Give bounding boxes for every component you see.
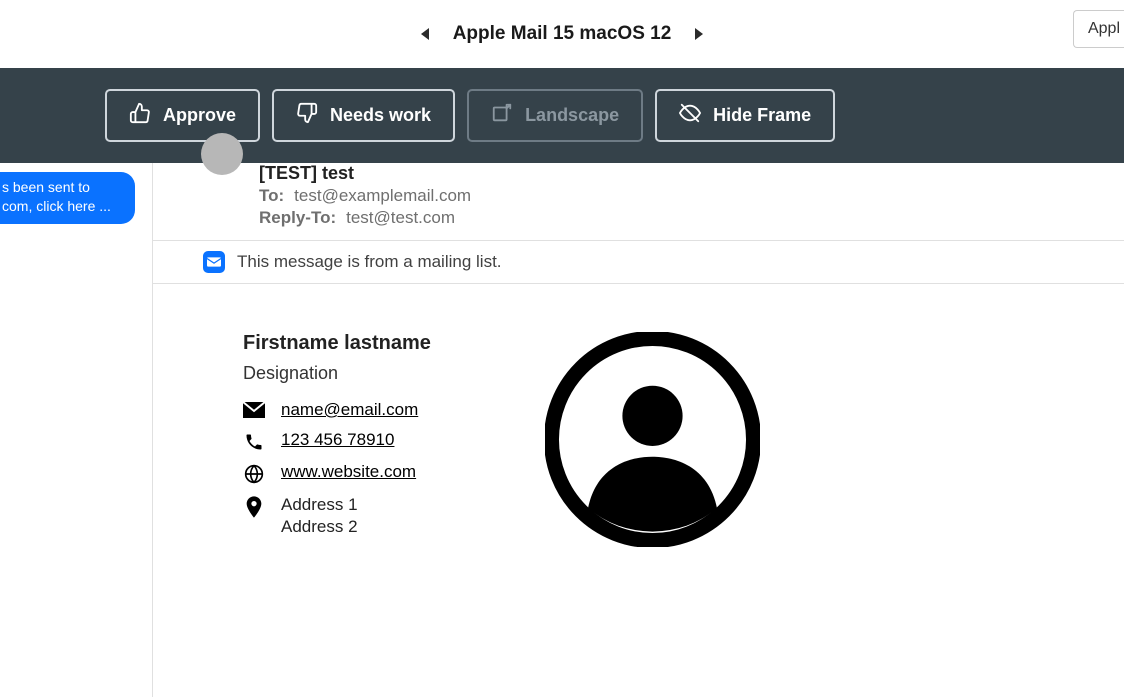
globe-icon [243, 462, 265, 484]
client-name: Apple Mail 15 macOS 12 [453, 23, 672, 45]
mail-icon [203, 251, 225, 273]
reply-to-value: test@test.com [346, 208, 455, 228]
prev-client-arrow[interactable] [421, 28, 429, 40]
to-value: test@examplemail.com [294, 186, 471, 206]
signature-email[interactable]: name@email.com [281, 400, 418, 420]
mail-subject: [TEST] test [259, 163, 1124, 184]
client-dropdown-label: Appl [1088, 20, 1120, 37]
sender-avatar [201, 133, 243, 175]
signature-phone-row: 123 456 78910 [243, 430, 493, 452]
to-row: To: test@examplemail.com [259, 186, 1124, 206]
signature-address: Address 1 Address 2 [281, 494, 358, 538]
body-area: s been sent to com, click here ... [TEST… [0, 163, 1124, 697]
hide-frame-label: Hide Frame [713, 105, 811, 126]
signature-address-1: Address 1 [281, 494, 358, 516]
mail-header: [TEST] test To: test@examplemail.com Rep… [153, 163, 1124, 241]
signature-name: Firstname lastname [243, 332, 493, 355]
reply-to-label: Reply-To: [259, 208, 336, 228]
signature-address-row: Address 1 Address 2 [243, 494, 493, 538]
client-selector-bar: Apple Mail 15 macOS 12 Appl [0, 0, 1124, 68]
rotate-icon [491, 102, 513, 129]
eye-off-icon [679, 102, 701, 129]
signature-phone[interactable]: 123 456 78910 [281, 430, 394, 450]
needs-work-label: Needs work [330, 105, 431, 126]
thumbs-down-icon [296, 102, 318, 129]
email-signature: Firstname lastname Designation name@emai… [153, 284, 1124, 552]
pill-line1: s been sent to [2, 179, 90, 195]
signature-avatar [545, 332, 760, 552]
signature-website-row: www.website.com [243, 462, 493, 484]
landscape-button: Landscape [467, 89, 643, 142]
reply-to-row: Reply-To: test@test.com [259, 208, 1124, 228]
to-label: To: [259, 186, 284, 206]
approve-button[interactable]: Approve [105, 89, 260, 142]
client-nav: Apple Mail 15 macOS 12 [421, 23, 704, 45]
needs-work-button[interactable]: Needs work [272, 89, 455, 142]
signature-designation: Designation [243, 363, 493, 384]
next-client-arrow[interactable] [695, 28, 703, 40]
map-pin-icon [243, 494, 265, 518]
signature-website[interactable]: www.website.com [281, 462, 416, 482]
envelope-icon [243, 400, 265, 418]
sidebar-message-pill[interactable]: s been sent to com, click here ... [0, 172, 135, 224]
landscape-label: Landscape [525, 105, 619, 126]
mailing-list-text: This message is from a mailing list. [237, 252, 502, 272]
pill-line2: com, click here ... [2, 198, 111, 214]
signature-text-block: Firstname lastname Designation name@emai… [243, 332, 493, 552]
client-dropdown[interactable]: Appl [1073, 10, 1124, 48]
phone-icon [243, 430, 265, 452]
mailing-list-notice: This message is from a mailing list. [153, 241, 1124, 284]
review-toolbar: Approve Needs work Landscape Hide Frame [0, 68, 1124, 163]
sidebar: s been sent to com, click here ... [0, 163, 140, 697]
mail-panel: [TEST] test To: test@examplemail.com Rep… [152, 163, 1124, 697]
thumbs-up-icon [129, 102, 151, 129]
signature-email-row: name@email.com [243, 400, 493, 420]
signature-address-2: Address 2 [281, 516, 358, 538]
approve-label: Approve [163, 105, 236, 126]
hide-frame-button[interactable]: Hide Frame [655, 89, 835, 142]
